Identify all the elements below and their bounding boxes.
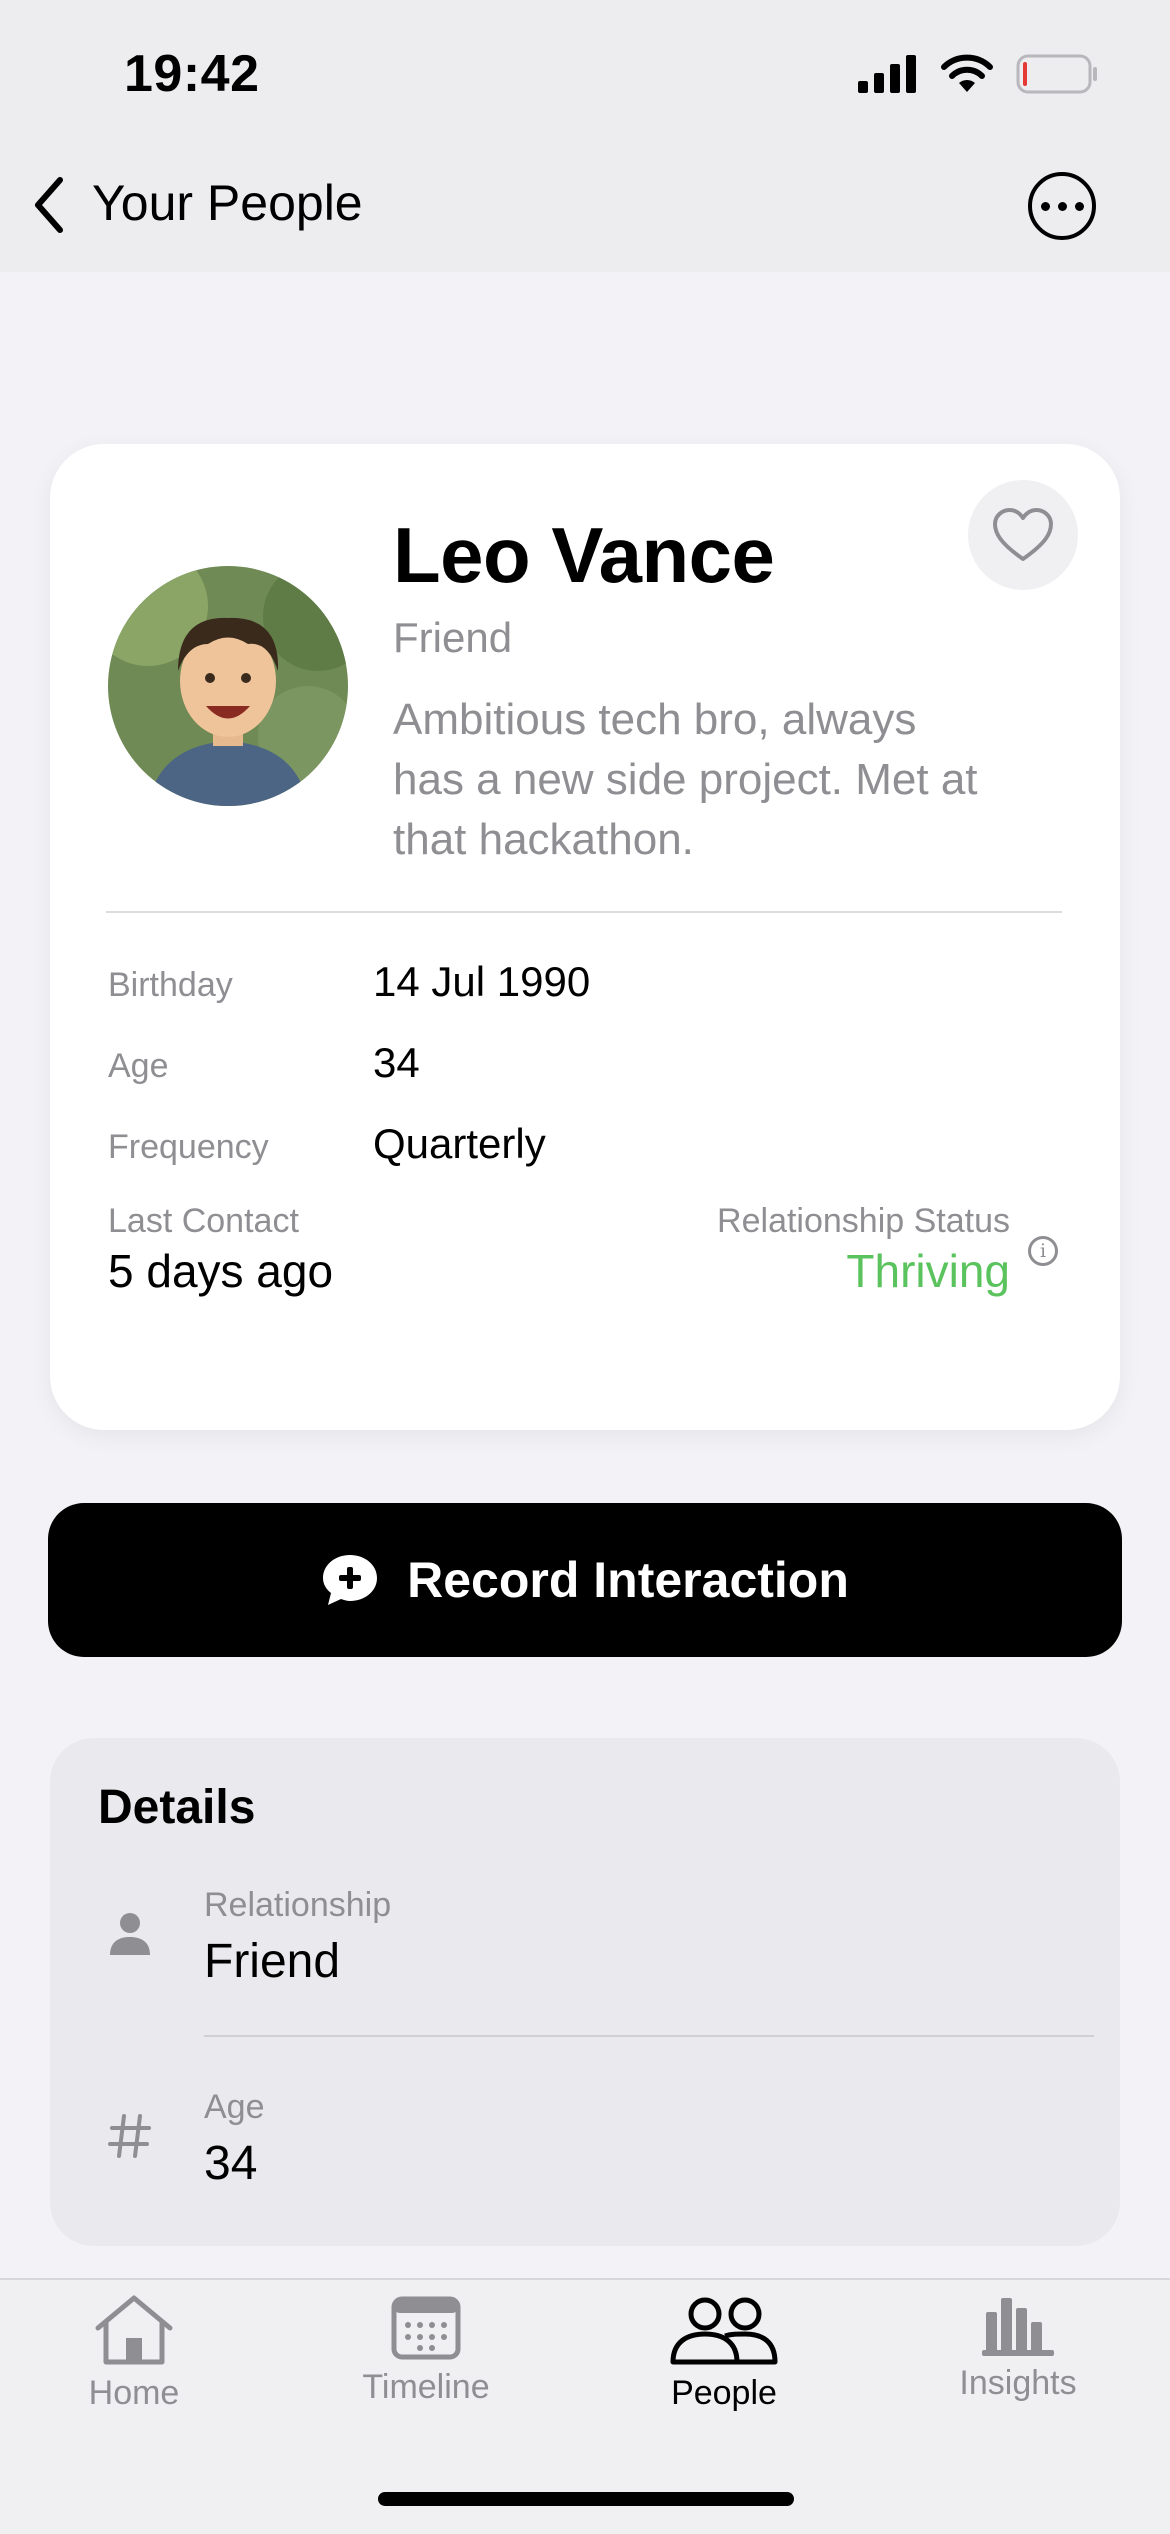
birthday-value: 14 Jul 1990 — [373, 958, 591, 1005]
calendar-icon — [391, 2296, 461, 2360]
contact-name: Leo Vance — [393, 511, 775, 599]
tab-label: Home — [88, 2374, 180, 2412]
detail-value-age: 34 — [204, 2137, 258, 2190]
bar-chart-icon — [982, 2298, 1054, 2356]
divider — [106, 911, 1062, 913]
people-icon — [670, 2297, 778, 2365]
back-chevron-icon[interactable] — [26, 170, 70, 240]
favorite-button[interactable] — [968, 480, 1078, 590]
tab-home[interactable]: Home — [24, 2294, 244, 2413]
contact-bio: Ambitious tech bro, always has a new sid… — [393, 695, 978, 864]
person-icon — [104, 1908, 156, 1960]
tab-label: People — [671, 2374, 777, 2412]
home-indicator — [378, 2492, 794, 2506]
status-time: 19:42 — [124, 45, 260, 103]
relationship-status-label: Relationship Status — [717, 1202, 1010, 1240]
tab-insights[interactable]: Insights — [908, 2294, 1128, 2403]
detail-label-age: Age — [204, 2088, 265, 2126]
more-dot-icon — [1057, 201, 1067, 211]
birthday-label: Birthday — [108, 966, 233, 1004]
detail-value-relationship: Friend — [204, 1935, 341, 1988]
back-button-label[interactable]: Your People — [92, 174, 363, 232]
last-contact-value: 5 days ago — [108, 1245, 334, 1297]
age-value: 34 — [373, 1039, 420, 1086]
frequency-value: Quarterly — [373, 1120, 546, 1167]
info-icon[interactable]: i — [1028, 1236, 1058, 1266]
avatar — [108, 566, 348, 806]
top-bar: 19:42 Your People — [0, 0, 1170, 272]
detail-label-relationship: Relationship — [204, 1886, 392, 1924]
contact-role: Friend — [393, 614, 513, 661]
last-contact-label: Last Contact — [108, 1202, 299, 1240]
relationship-status-value: Thriving — [846, 1245, 1010, 1297]
details-title: Details — [98, 1781, 256, 1834]
chat-plus-icon — [323, 1555, 378, 1605]
record-interaction-button[interactable]: Record Interaction — [48, 1503, 1122, 1657]
age-label: Age — [108, 1047, 169, 1085]
cellular-signal-icon — [858, 55, 916, 93]
more-dot-icon — [1074, 201, 1084, 211]
tab-label: Timeline — [362, 2368, 490, 2406]
heart-icon — [993, 508, 1053, 561]
frequency-label: Frequency — [108, 1128, 269, 1166]
profile-card: Leo Vance Friend Ambitious tech bro, alw… — [50, 444, 1120, 1430]
wifi-icon — [941, 54, 993, 92]
hash-icon — [104, 2110, 156, 2162]
divider — [204, 2035, 1094, 2037]
status-icons — [858, 54, 1098, 94]
more-dot-icon — [1040, 201, 1050, 211]
tab-label: Insights — [959, 2364, 1077, 2402]
tab-people[interactable]: People — [614, 2294, 834, 2413]
more-options-button[interactable] — [1028, 172, 1096, 240]
details-card: Details Relationship Friend Age 34 — [50, 1738, 1120, 2246]
battery-low-icon — [1016, 54, 1097, 94]
house-icon — [95, 2295, 173, 2365]
tab-timeline[interactable]: Timeline — [316, 2294, 536, 2407]
record-interaction-label: Record Interaction — [407, 1552, 849, 1608]
